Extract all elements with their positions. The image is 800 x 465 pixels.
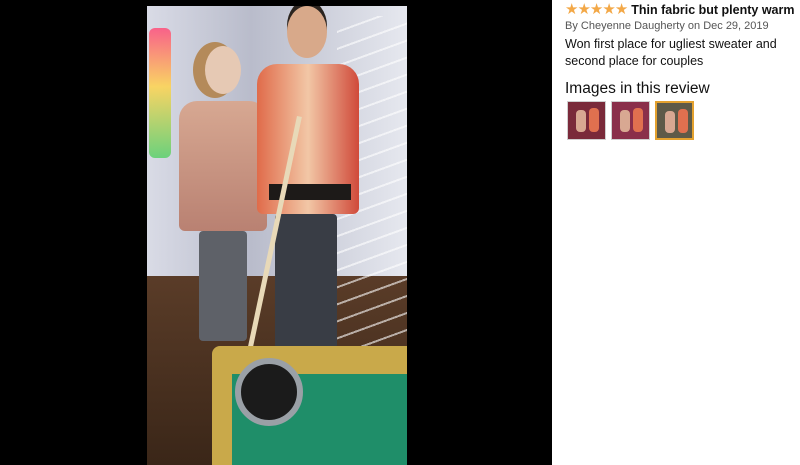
thumbnail-2[interactable] <box>611 101 650 140</box>
star-icon: ★ <box>614 1 629 18</box>
image-viewer <box>0 0 552 465</box>
images-heading: Images in this review <box>565 80 710 97</box>
photo-pool-pocket <box>235 358 303 426</box>
review-photo[interactable] <box>147 6 407 465</box>
thumbnail-strip <box>567 101 694 140</box>
photo-man <box>255 6 365 351</box>
star-icon: ★ <box>589 1 604 18</box>
star-icon: ★ <box>565 1 579 18</box>
review-panel: ★ ★ ★ ★ ★ Thin fabric but plenty warm By… <box>552 0 800 465</box>
thumbnail-1[interactable] <box>567 101 606 140</box>
star-rating: ★ ★ ★ ★ ★ <box>565 1 629 18</box>
photo-neon-sign <box>149 28 171 158</box>
review-body: Won first place for ugliest sweater and … <box>565 37 777 68</box>
review-byline: By Cheyenne Daugherty on Dec 29, 2019 <box>565 20 769 32</box>
star-icon: ★ <box>602 1 616 18</box>
thumbnail-3-selected[interactable] <box>655 101 694 140</box>
review-header: ★ ★ ★ ★ ★ Thin fabric but plenty warm <box>565 1 795 18</box>
review-title: Thin fabric but plenty warm <box>631 3 795 17</box>
star-icon: ★ <box>577 1 591 18</box>
